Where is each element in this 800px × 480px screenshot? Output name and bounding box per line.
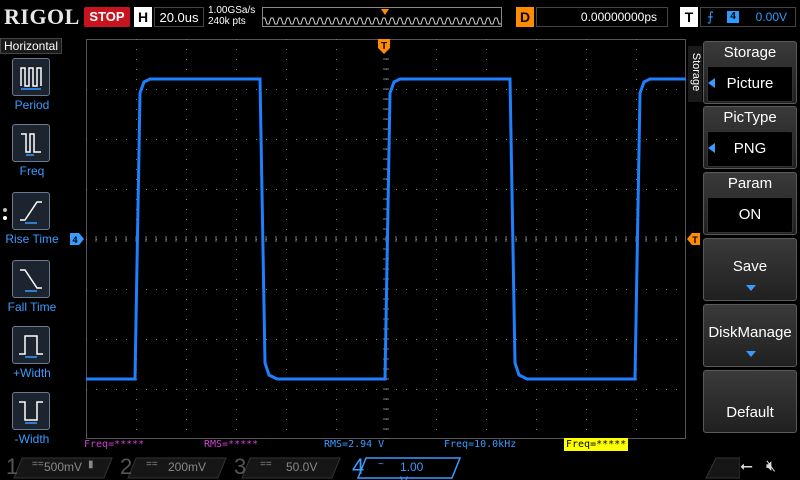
softkey-storage[interactable]: Storage Picture xyxy=(703,41,797,104)
channel-3-coupling: == xyxy=(260,459,272,470)
run-stop-button[interactable]: STOP xyxy=(84,7,130,27)
rising-edge-icon: ⨍ xyxy=(707,9,714,24)
measure-rise-time-label: Rise Time xyxy=(5,232,59,246)
softkey-storage-title: Storage xyxy=(723,44,777,61)
sample-rate: 1.00GSa/s xyxy=(208,5,256,16)
softkey-save-label: Save xyxy=(732,258,768,275)
svg-text:T: T xyxy=(692,235,698,245)
channel-2-scale: 200mV xyxy=(168,460,207,474)
memory-depth: 240k pts xyxy=(208,16,246,27)
acquisition-info: 1.00GSa/s 240k pts xyxy=(208,5,255,27)
menu-tab-label: Storage xyxy=(690,52,702,92)
softkey-param-title: Param xyxy=(727,175,773,192)
channel-4-coupling: ~ xyxy=(378,459,384,470)
down-arrow-icon xyxy=(746,351,756,357)
measure-category[interactable]: Horizontal xyxy=(0,38,62,54)
rigol-logo: RIGOL xyxy=(4,4,80,29)
menu-tab[interactable]: Storage xyxy=(688,46,702,102)
rise-time-icon xyxy=(12,192,50,230)
softkey-default[interactable]: Default xyxy=(703,370,797,433)
timebase-value[interactable]: 20.0us xyxy=(154,7,204,27)
svg-text:T: T xyxy=(381,41,387,52)
softkey-save[interactable]: Save xyxy=(703,238,797,301)
trigger-indicator: T xyxy=(680,7,698,27)
channel-4-number: 4 xyxy=(352,454,365,479)
measure-positive-width-label: +Width xyxy=(13,366,51,380)
softkey-diskmanage-label: DiskManage xyxy=(708,324,792,341)
fall-time-icon xyxy=(12,260,50,298)
measure-freq-button[interactable]: Freq xyxy=(0,124,64,190)
trigger-level-marker[interactable]: T xyxy=(687,233,700,245)
down-arrow-icon xyxy=(746,285,756,291)
left-arrow-icon xyxy=(708,143,715,153)
softkey-param-value: ON xyxy=(707,197,793,233)
softkey-pictype-title: PicType xyxy=(723,109,777,126)
status-tab-background xyxy=(705,457,740,479)
memory-trigger-marker xyxy=(381,9,389,15)
channel-1-scale: 500mV xyxy=(44,460,83,474)
period-icon xyxy=(12,58,50,96)
memory-overview-waveform xyxy=(263,9,501,25)
negative-width-icon xyxy=(12,392,50,430)
softkey-pictype-value: PNG xyxy=(707,131,793,167)
measure-period-button[interactable]: Period xyxy=(0,58,64,124)
channel-status-bar: 1 == 500mV ▮ 2 == 200mV 3 == 50.0V 4 ~ 1… xyxy=(0,454,800,480)
channel-3-scale: 50.0V xyxy=(286,460,318,474)
positive-width-icon xyxy=(12,326,50,364)
measure-period-label: Period xyxy=(14,98,50,112)
horizontal-delay-value[interactable]: 0.00000000ps xyxy=(536,7,668,27)
channel-4-offset-marker[interactable]: 4 xyxy=(70,233,84,245)
channel-1-number: 1 xyxy=(6,454,19,479)
channel-3-number: 3 xyxy=(234,454,247,479)
measure-fall-time-button[interactable]: Fall Time xyxy=(0,260,64,326)
trigger-source: 4 xyxy=(727,11,739,23)
delay-indicator: D xyxy=(516,7,534,27)
measurement-item[interactable]: RMS=***** xyxy=(204,438,258,451)
measure-positive-width-button[interactable]: +Width xyxy=(0,326,64,392)
svg-text:4: 4 xyxy=(72,235,77,245)
channel-4-scale: 1.00 V xyxy=(400,460,424,480)
softkey-diskmanage[interactable]: DiskManage xyxy=(703,304,797,367)
top-status-bar: RIGOL STOP H 20.0us 1.00GSa/s 240k pts D… xyxy=(0,0,800,36)
trigger-level: 0.00V xyxy=(755,10,787,24)
horizontal-indicator: H xyxy=(134,7,152,27)
measure-fall-time-label: Fall Time xyxy=(7,300,57,314)
measurement-item[interactable]: Freq=***** xyxy=(84,438,144,451)
measure-panel: Horizontal Period Freq Rise Time Fall Ti… xyxy=(0,36,64,456)
softkey-default-label: Default xyxy=(726,404,774,421)
memory-overview-bar xyxy=(262,7,502,27)
left-arrow-icon xyxy=(708,78,715,88)
channel-2-coupling: == xyxy=(146,459,158,470)
measure-negative-width-label: -Width xyxy=(14,432,50,446)
softkey-param[interactable]: Param ON xyxy=(703,172,797,235)
channel-2-number: 2 xyxy=(120,454,133,479)
measurement-item[interactable]: Freq=***** xyxy=(564,438,629,451)
usb-icon: ⭠ xyxy=(740,458,753,475)
measure-negative-width-button[interactable]: -Width xyxy=(0,392,64,458)
freq-icon xyxy=(12,124,50,162)
softkey-pictype[interactable]: PicType PNG xyxy=(703,106,797,169)
waveform-display[interactable] xyxy=(86,39,686,439)
battery-icon: ▮ xyxy=(88,459,94,470)
measurement-item[interactable]: RMS=2.94 V xyxy=(324,438,384,451)
measurement-results-bar: Freq=***** RMS=***** RMS=2.94 V Freq=10.… xyxy=(82,438,692,451)
measure-rise-time-button[interactable]: Rise Time xyxy=(0,192,64,258)
trigger-settings[interactable]: ⨍ 4 0.00V xyxy=(700,7,796,27)
measurement-item[interactable]: Freq=10.0kHz xyxy=(444,438,516,451)
speaker-muted-icon[interactable]: 🔇︎ xyxy=(766,458,776,476)
softkey-storage-value: Picture xyxy=(707,66,793,102)
trigger-position-marker[interactable]: T xyxy=(377,39,391,55)
channel-1-coupling: == xyxy=(32,459,44,470)
measure-freq-label: Freq xyxy=(19,164,45,178)
